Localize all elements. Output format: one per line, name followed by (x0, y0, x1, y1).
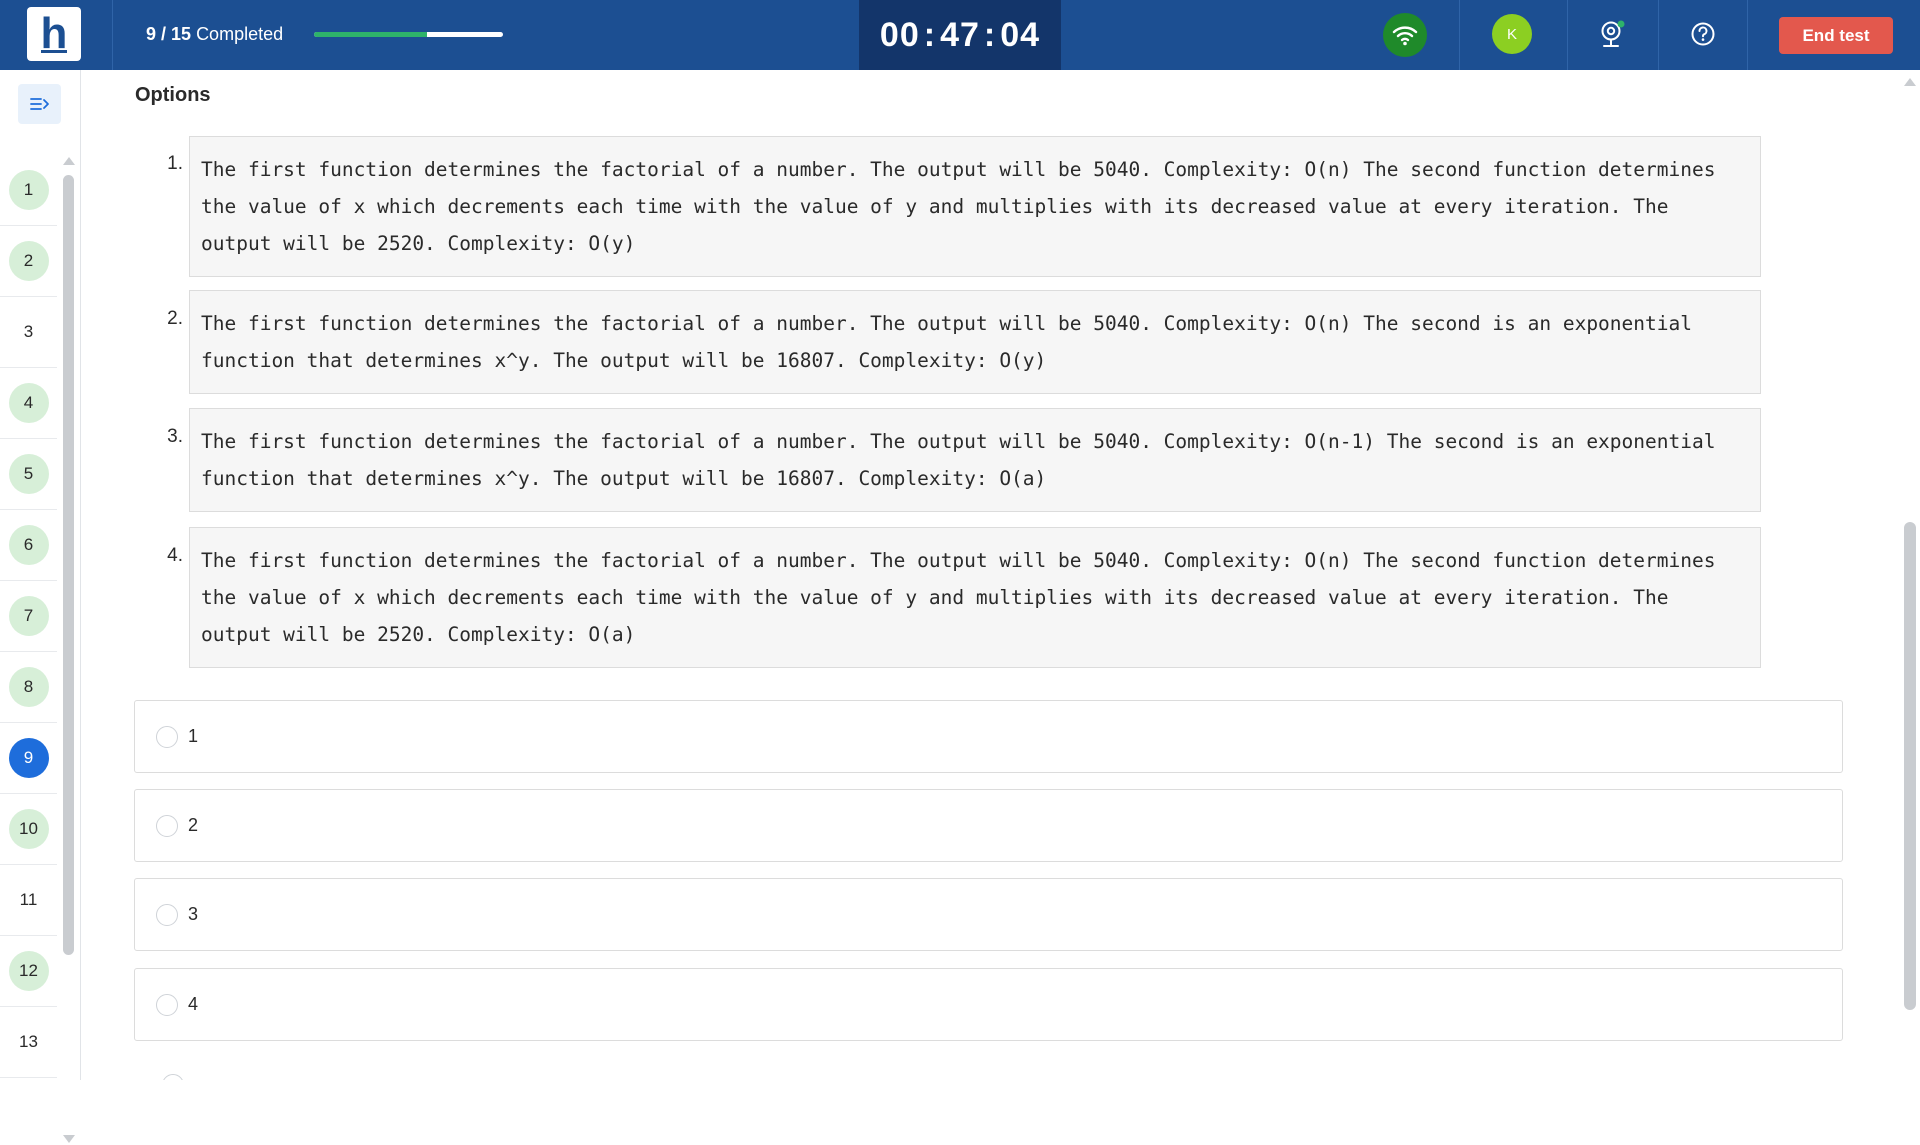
question-number: 6 (8, 525, 49, 565)
question-nav-item-12[interactable]: 12 (0, 936, 57, 1007)
svg-text:h: h (41, 12, 68, 56)
answer-choice-1[interactable]: 1 (134, 700, 1843, 773)
radio-button[interactable] (156, 903, 178, 926)
question-nav-item-4[interactable]: 4 (0, 368, 57, 439)
sidebar-toggle-button[interactable] (18, 84, 61, 124)
answer-choice-4[interactable]: 4 (134, 968, 1843, 1041)
question-number: 12 (8, 951, 49, 991)
sidebar-scrollbar[interactable] (61, 155, 75, 1145)
option-index: 3. (167, 426, 183, 447)
option-code-block: The first function determines the factor… (189, 527, 1761, 668)
page-scrollbar-thumb[interactable] (1904, 522, 1916, 1010)
options-heading: Options (135, 84, 211, 106)
header-divider (1658, 0, 1659, 70)
user-avatar[interactable]: K (1492, 14, 1532, 54)
choice-label: 2 (188, 815, 199, 835)
top-bar: h 9 / 15 Completed 00 : 47 : 04 K End te… (0, 0, 1920, 70)
timer-colon: : (983, 15, 997, 54)
webcam-icon (1601, 20, 1625, 47)
expand-sidebar-icon (29, 98, 49, 110)
end-test-button[interactable]: End test (1779, 17, 1893, 54)
header-divider (112, 0, 113, 70)
question-number: 13 (19, 1032, 38, 1051)
question-list: 1 2 3 4 5 6 7 8 9 10 11 12 13 (0, 155, 57, 1078)
question-nav-item-13[interactable]: 13 (0, 1007, 57, 1078)
question-number: 10 (8, 809, 49, 849)
network-status[interactable] (1383, 13, 1427, 57)
question-number: 4 (8, 383, 49, 423)
question-nav-item-10[interactable]: 10 (0, 794, 57, 865)
option-code-block: The first function determines the factor… (189, 408, 1761, 512)
question-nav-item-8[interactable]: 8 (0, 652, 57, 723)
timer-hours: 00 (879, 15, 920, 54)
question-nav-item-9[interactable]: 9 (0, 723, 57, 794)
question-sidebar: 1 2 3 4 5 6 7 8 9 10 11 12 13 (0, 70, 81, 1143)
choice-label: 4 (188, 994, 199, 1014)
header-divider (1459, 0, 1460, 70)
question-number: 2 (8, 241, 49, 281)
option-code-block: The first function determines the factor… (189, 136, 1761, 277)
header-divider (1567, 0, 1568, 70)
header-divider (1747, 0, 1748, 70)
logo-h-icon: h (41, 12, 68, 56)
timer-seconds: 04 (1000, 15, 1041, 54)
wifi-icon (1392, 26, 1418, 46)
question-number: 11 (19, 890, 38, 909)
option-index: 1. (167, 153, 183, 174)
scroll-up-arrow-icon[interactable] (63, 157, 75, 165)
timer-colon: : (923, 15, 937, 54)
choice-label: 1 (188, 726, 199, 746)
timer-minutes: 47 (940, 15, 980, 54)
option-index: 4. (167, 545, 183, 566)
avatar-initial: K (1506, 25, 1517, 43)
progress-bar-fill (314, 32, 428, 37)
sidebar-scrollbar-thumb[interactable] (63, 175, 74, 955)
question-nav-item-11[interactable]: 11 (0, 865, 57, 936)
option-code-block: The first function determines the factor… (189, 290, 1761, 394)
answer-choice-2[interactable]: 2 (134, 789, 1843, 862)
radio-button[interactable] (156, 993, 178, 1016)
question-nav-item-6[interactable]: 6 (0, 510, 57, 581)
question-content: Options 1. The first function determines… (82, 70, 1900, 1080)
question-number: 7 (8, 596, 49, 636)
help-button[interactable] (1688, 19, 1718, 49)
question-number: 8 (8, 667, 49, 707)
radio-button[interactable] (156, 725, 178, 748)
radio-button[interactable] (156, 814, 178, 837)
progress-bar (314, 32, 503, 37)
question-nav-item-2[interactable]: 2 (0, 226, 57, 297)
answer-choice-3[interactable]: 3 (134, 878, 1843, 951)
partially-visible-radio[interactable] (162, 1074, 184, 1080)
choice-label: 3 (188, 904, 199, 924)
scroll-down-arrow-icon[interactable] (63, 1135, 75, 1143)
question-nav-item-1[interactable]: 1 (0, 155, 57, 226)
scroll-up-arrow-icon[interactable] (1904, 78, 1916, 86)
question-nav-item-5[interactable]: 5 (0, 439, 57, 510)
question-number: 3 (23, 322, 34, 341)
progress-count: 9 / 15 (146, 24, 192, 44)
question-number: 5 (8, 454, 49, 494)
countdown-timer: 00 : 47 : 04 (859, 0, 1061, 70)
hackerearth-logo: h (27, 7, 81, 61)
progress-suffix: Completed (196, 24, 284, 44)
question-number: 1 (8, 170, 49, 210)
option-index: 2. (167, 308, 183, 329)
question-number: 9 (8, 738, 49, 778)
question-nav-item-7[interactable]: 7 (0, 581, 57, 652)
question-nav-item-3[interactable]: 3 (0, 297, 57, 368)
page-scrollbar[interactable] (1900, 70, 1920, 1080)
webcam-button[interactable] (1597, 19, 1627, 49)
progress-label: 9 / 15 Completed (146, 24, 283, 45)
help-icon (1691, 22, 1715, 46)
